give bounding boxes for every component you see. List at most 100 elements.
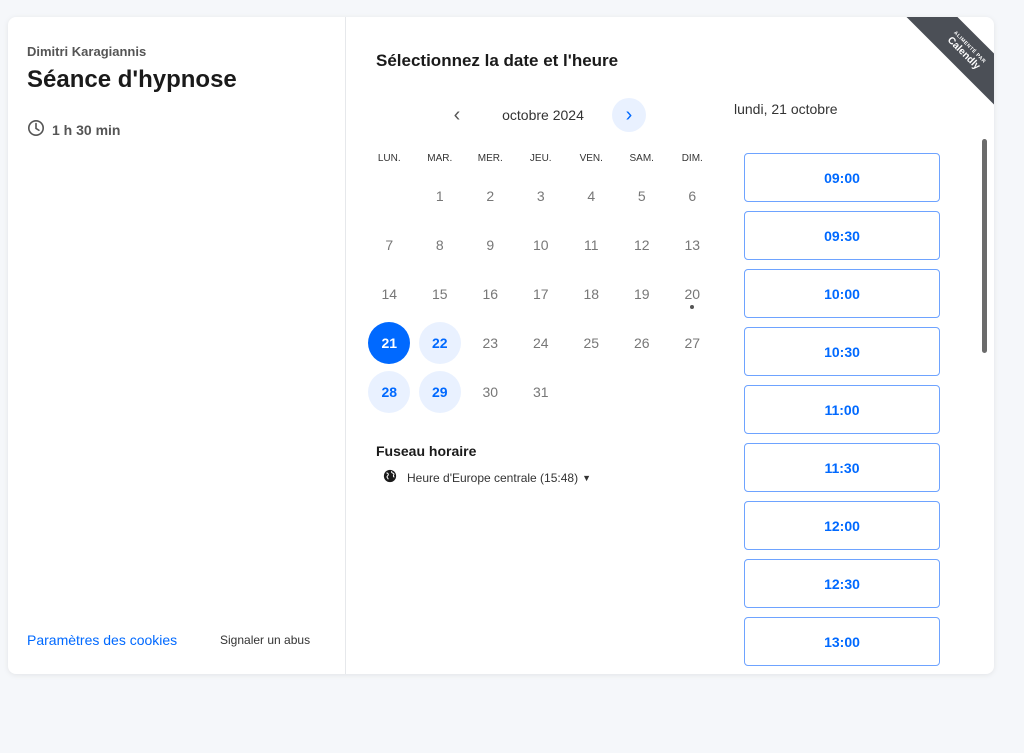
calendly-badge[interactable]: ALIMENTÉ PAR Calendly [895, 17, 994, 117]
calendar-day[interactable]: 29 [415, 367, 466, 416]
day-number: 16 [482, 285, 499, 302]
day-number: 28 [368, 370, 411, 413]
clock-icon [27, 119, 45, 140]
time-slot-button[interactable]: 10:30 [744, 327, 940, 376]
event-details-panel: Dimitri Karagiannis Séance d'hypnose 1 h… [8, 17, 346, 674]
day-number: 21 [368, 321, 411, 364]
chevron-right-icon: › [625, 103, 633, 126]
day-number: 20 [671, 273, 713, 315]
calendar-day: 30 [465, 367, 516, 416]
calendar-day: 18 [566, 269, 617, 318]
calendar-day: 12 [617, 220, 668, 269]
section-title: Sélectionnez la date et l'heure [376, 51, 619, 70]
calendar-grid: 1 2 3 4 5 6 7 8 9 10 11 12 13 14 15 16 17 18 19 20 21 22 23 24 2… [364, 171, 716, 416]
time-slot-button[interactable]: 09:00 [744, 153, 940, 202]
day-number: 15 [431, 285, 448, 302]
day-number: 25 [583, 334, 600, 351]
day-number: 26 [633, 334, 650, 351]
caret-down-icon: ▼ [582, 472, 591, 483]
calendar-day[interactable]: 21 [364, 318, 415, 367]
calendar-day: 15 [415, 269, 466, 318]
calendar-day: 31 [516, 367, 567, 416]
time-slot-button[interactable]: 09:30 [744, 211, 940, 260]
event-duration: 1 h 30 min [27, 119, 120, 140]
calendar-day[interactable]: 28 [364, 367, 415, 416]
calendar-day: 3 [516, 171, 567, 220]
day-number: 31 [532, 383, 549, 400]
cookie-settings-link[interactable]: Paramètres des cookies [27, 632, 177, 648]
time-slot-list: 09:00 09:30 10:00 10:30 11:00 11:30 12:00 12:30… [744, 153, 940, 666]
calendar-day: 19 [617, 269, 668, 318]
calendar-day: 23 [465, 318, 516, 367]
weekday-label: LUN. [377, 153, 401, 164]
calendar-day: 16 [465, 269, 516, 318]
day-number: 29 [418, 370, 461, 413]
duration-label: 1 h 30 min [52, 121, 121, 138]
weekday-header: LUN. MAR. MER. JEU. VEN. SAM. DIM. [364, 153, 716, 164]
report-abuse-link[interactable]: Signaler un abus [220, 633, 310, 647]
calendar-day: 6 [667, 171, 718, 220]
weekday-label: SAM. [629, 153, 654, 164]
calendar-day: 4 [566, 171, 617, 220]
calendar-day: 26 [617, 318, 668, 367]
event-title: Séance d'hypnose [27, 66, 237, 93]
calendar-day: 11 [566, 220, 617, 269]
calendar-day: 24 [516, 318, 567, 367]
calendar-day[interactable]: 22 [415, 318, 466, 367]
day-number: 23 [482, 334, 499, 351]
day-number: 8 [435, 236, 444, 253]
day-number: 6 [688, 187, 697, 204]
time-slot-scrollbar[interactable] [982, 139, 987, 353]
month-navigation: ‹ octobre 2024 › [440, 98, 646, 132]
weekday-label: JEU. [529, 153, 552, 164]
day-number: 2 [486, 187, 495, 204]
previous-month-button[interactable]: ‹ [440, 98, 474, 132]
day-number: 11 [583, 236, 599, 253]
weekday-label: MER. [477, 153, 503, 164]
globe-icon [383, 469, 397, 486]
time-slot-button[interactable]: 13:00 [744, 617, 940, 666]
calendar-day: 8 [415, 220, 466, 269]
calendar-day: 14 [364, 269, 415, 318]
day-number: 17 [532, 285, 549, 302]
day-number: 12 [633, 236, 650, 253]
day-number: 4 [587, 187, 596, 204]
calendar-day: 13 [667, 220, 718, 269]
day-number: 22 [418, 321, 461, 364]
calendar-day: 9 [465, 220, 516, 269]
calendar-day: 27 [667, 318, 718, 367]
time-slot-button[interactable]: 12:00 [744, 501, 940, 550]
day-number: 18 [583, 285, 600, 302]
time-slot-button[interactable]: 11:30 [744, 443, 940, 492]
day-number: 5 [637, 187, 646, 204]
host-name: Dimitri Karagiannis [27, 44, 147, 59]
next-month-button[interactable]: › [611, 98, 646, 132]
day-number: 9 [486, 236, 495, 253]
calendar-day: 20 [667, 269, 718, 318]
time-slot-button[interactable]: 11:00 [744, 385, 940, 434]
calendar-day: 17 [516, 269, 567, 318]
timezone-value: Heure d'Europe centrale (15:48) [407, 470, 579, 485]
weekday-label: MAR. [427, 153, 453, 164]
day-number: 10 [532, 236, 549, 253]
badge-band: ALIMENTÉ PAR Calendly [900, 17, 994, 117]
calendar-day: 7 [364, 220, 415, 269]
weekday-label: VEN. [579, 153, 603, 164]
calendar-day: 1 [415, 171, 466, 220]
day-number: 27 [684, 334, 701, 351]
day-number: 1 [435, 187, 444, 204]
calendar-day: 10 [516, 220, 567, 269]
calendar-day: 2 [465, 171, 516, 220]
day-number: 19 [633, 285, 650, 302]
chevron-left-icon: ‹ [453, 103, 461, 126]
time-slot-button[interactable]: 12:30 [744, 559, 940, 608]
time-slot-button[interactable]: 10:00 [744, 269, 940, 318]
calendar-day: 25 [566, 318, 617, 367]
day-number: 30 [482, 383, 499, 400]
timezone-select[interactable]: Heure d'Europe centrale (15:48) ▼ [383, 469, 591, 486]
month-label: octobre 2024 [502, 107, 584, 123]
booking-card: Dimitri Karagiannis Séance d'hypnose 1 h… [8, 17, 994, 674]
day-number: 13 [684, 236, 701, 253]
day-number: 24 [532, 334, 549, 351]
day-number: 3 [536, 187, 545, 204]
